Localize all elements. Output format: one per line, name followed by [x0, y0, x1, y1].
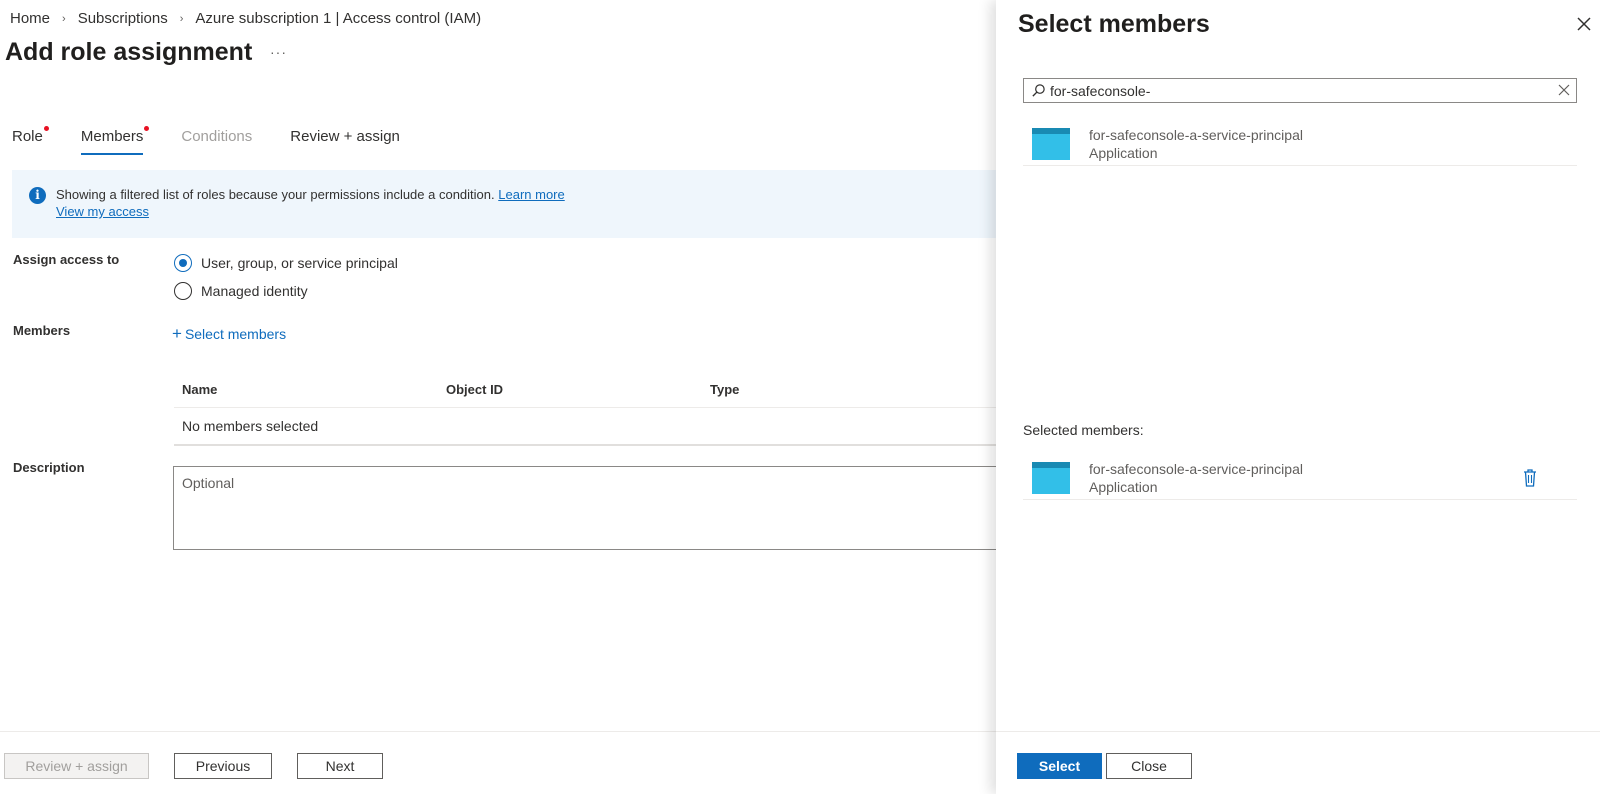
- banner-text: Showing a filtered list of roles because…: [56, 187, 565, 202]
- tab-role-label: Role: [12, 128, 43, 145]
- column-header-name: Name: [182, 382, 218, 397]
- radio-label: Managed identity: [201, 283, 308, 299]
- column-header-object-id: Object ID: [446, 382, 504, 397]
- table-empty-row: No members selected: [174, 408, 1004, 446]
- application-icon: [1032, 128, 1070, 160]
- select-button[interactable]: Select: [1017, 753, 1102, 779]
- breadcrumb-separator-icon: ›: [179, 12, 184, 25]
- select-members-link[interactable]: + Select members: [172, 324, 287, 343]
- radio-managed-identity[interactable]: Managed identity: [174, 282, 308, 300]
- selected-type: Application: [1089, 479, 1158, 495]
- members-label: Members: [13, 323, 71, 338]
- tab-members-label: Members: [80, 128, 144, 145]
- column-header-type: Type: [710, 382, 740, 397]
- tab-conditions-label: Conditions: [181, 128, 253, 145]
- more-options-icon[interactable]: ···: [270, 44, 287, 60]
- radio-user-group-sp[interactable]: User, group, or service principal: [174, 254, 398, 272]
- previous-button[interactable]: Previous: [174, 753, 272, 779]
- plus-icon: +: [172, 324, 182, 343]
- search-result-item[interactable]: for-safeconsole-a-service-principal Appl…: [1023, 124, 1577, 166]
- panel-title: Select members: [1018, 10, 1210, 38]
- review-assign-button[interactable]: Review + assign: [4, 753, 149, 779]
- application-icon: [1032, 462, 1070, 494]
- banner-message: Showing a filtered list of roles because…: [56, 187, 495, 202]
- description-placeholder: Optional: [182, 475, 235, 491]
- assign-access-label: Assign access to: [13, 252, 120, 267]
- clear-search-icon[interactable]: [1558, 84, 1570, 96]
- breadcrumb-subscriptions[interactable]: Subscriptions: [78, 10, 168, 27]
- selected-members-label: Selected members:: [1023, 422, 1144, 438]
- info-banner: i Showing a filtered list of roles becau…: [12, 170, 1002, 238]
- selected-name: for-safeconsole-a-service-principal: [1089, 461, 1303, 477]
- breadcrumb-separator-icon: ›: [62, 12, 66, 25]
- table-header: Name Object ID Type: [174, 372, 1004, 408]
- result-type: Application: [1089, 145, 1158, 161]
- result-name: for-safeconsole-a-service-principal: [1089, 127, 1303, 143]
- breadcrumb: Home › Subscriptions › Azure subscriptio…: [10, 10, 481, 27]
- next-button[interactable]: Next: [297, 753, 383, 779]
- radio-button-checked[interactable]: [174, 254, 192, 272]
- select-members-label: Select members: [184, 326, 287, 342]
- radio-label: User, group, or service principal: [201, 255, 398, 271]
- required-indicator: [144, 126, 150, 131]
- tab-review-assign[interactable]: Review + assign: [290, 128, 400, 155]
- close-button[interactable]: Close: [1106, 753, 1192, 779]
- description-label: Description: [13, 460, 85, 475]
- footer-divider: [0, 731, 1000, 732]
- radio-button[interactable]: [174, 282, 192, 300]
- selected-member-item: for-safeconsole-a-service-principal Appl…: [1023, 458, 1577, 500]
- page-title: Add role assignment: [5, 38, 253, 66]
- close-icon[interactable]: [1574, 14, 1594, 34]
- tab-role[interactable]: Role: [12, 126, 49, 155]
- empty-text: No members selected: [182, 418, 319, 434]
- learn-more-link[interactable]: Learn more: [498, 187, 564, 202]
- trash-icon[interactable]: [1521, 468, 1539, 488]
- tab-bar: Role Members Conditions Review + assign: [12, 126, 438, 155]
- breadcrumb-iam[interactable]: Azure subscription 1 | Access control (I…: [195, 10, 481, 27]
- search-box: [1023, 78, 1577, 103]
- members-table: Name Object ID Type No members selected: [174, 372, 1004, 446]
- breadcrumb-home[interactable]: Home: [10, 10, 50, 27]
- panel-footer-divider: [996, 731, 1600, 732]
- search-input[interactable]: [1050, 81, 1540, 100]
- required-indicator: [43, 126, 49, 131]
- search-icon: [1032, 84, 1045, 97]
- view-my-access-link[interactable]: View my access: [56, 204, 149, 219]
- info-icon: i: [29, 187, 46, 204]
- tab-review-assign-label: Review + assign: [290, 128, 400, 145]
- select-members-panel: Select members for-safeconsole-a-service…: [996, 0, 1600, 794]
- tab-members[interactable]: Members: [80, 126, 150, 155]
- tab-conditions[interactable]: Conditions: [181, 128, 252, 155]
- description-field[interactable]: Optional: [173, 466, 1003, 550]
